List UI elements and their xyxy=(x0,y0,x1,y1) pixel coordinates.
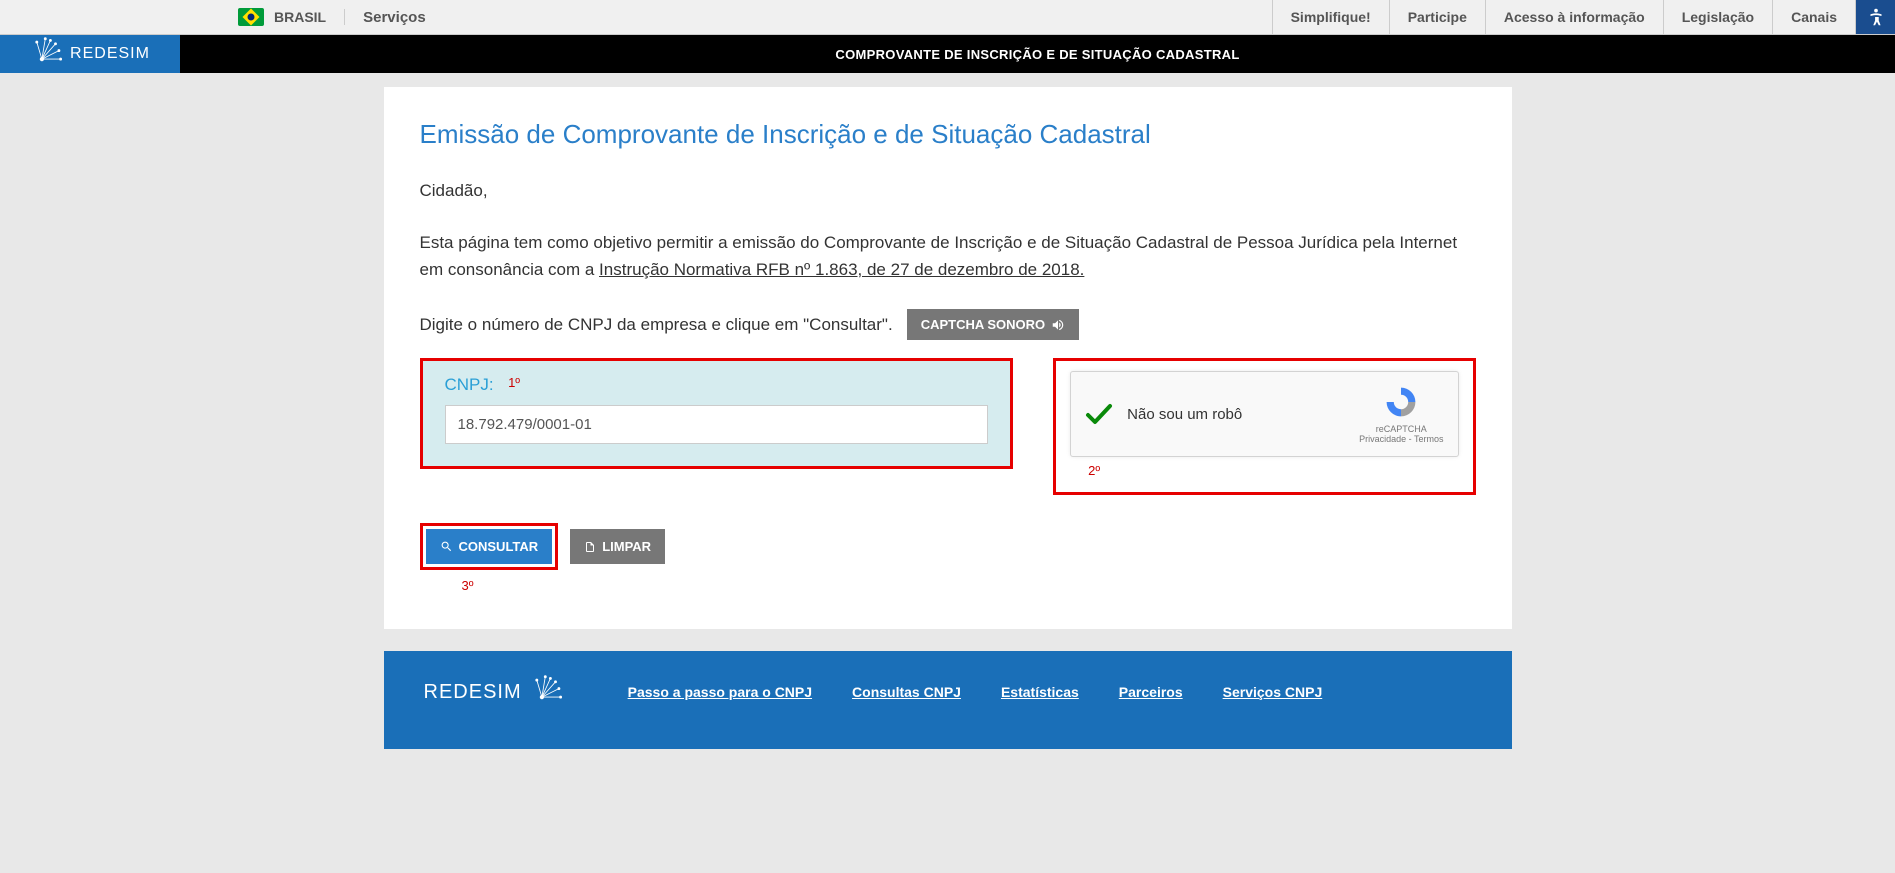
consult-button-highlight: CONSULTAR xyxy=(420,523,559,570)
header-logo[interactable]: REDESIM xyxy=(0,35,180,73)
recaptcha-branding: reCAPTCHA Privacidade - Termos xyxy=(1359,384,1443,444)
recaptcha-logo-icon xyxy=(1383,384,1419,420)
servicos-link[interactable]: Serviços xyxy=(345,0,444,34)
footer: REDESIM Passo a passo para o CNPJ Consul… xyxy=(384,651,1512,749)
instrucao-normativa-link[interactable]: Instrução Normativa RFB nº 1.863, de 27 … xyxy=(599,260,1084,279)
clear-button[interactable]: LIMPAR xyxy=(570,529,665,564)
page-title-bar: COMPROVANTE DE INSCRIÇÃO E DE SITUAÇÃO C… xyxy=(180,35,1895,73)
recaptcha-check-icon xyxy=(1085,403,1113,425)
cnpj-label: CNPJ: xyxy=(445,375,494,395)
step-2-marker: 2º xyxy=(1088,463,1458,478)
gov-link-canais[interactable]: Canais xyxy=(1772,0,1855,34)
gov-link-legislacao[interactable]: Legislação xyxy=(1663,0,1772,34)
greeting-text: Cidadão, xyxy=(420,178,1476,204)
consult-button[interactable]: CONSULTAR xyxy=(426,529,553,564)
footer-link-estatisticas[interactable]: Estatísticas xyxy=(1001,684,1079,700)
recaptcha-section: Não sou um robô reCAPTCHA Privacidade - … xyxy=(1053,358,1475,495)
brasil-label[interactable]: BRASIL xyxy=(274,9,345,25)
gov-top-bar: BRASIL Serviços Simplifique! Participe A… xyxy=(0,0,1895,35)
main-card: Emissão de Comprovante de Inscrição e de… xyxy=(384,87,1512,629)
gov-link-acesso[interactable]: Acesso à informação xyxy=(1485,0,1663,34)
redesim-spark-icon xyxy=(30,37,64,71)
consult-button-label: CONSULTAR xyxy=(459,539,539,554)
step-1-marker: 1º xyxy=(508,375,520,390)
audio-captcha-button[interactable]: CAPTCHA SONORO xyxy=(907,309,1079,340)
brazil-flag-icon xyxy=(238,8,264,26)
clear-button-label: LIMPAR xyxy=(602,539,651,554)
sound-icon xyxy=(1051,318,1065,332)
footer-spark-icon xyxy=(530,675,564,709)
search-icon xyxy=(440,540,453,553)
footer-logo-text: REDESIM xyxy=(424,681,522,704)
header-logo-text: REDESIM xyxy=(70,45,150,63)
recaptcha-terms-link[interactable]: Termos xyxy=(1414,434,1444,444)
gov-link-participe[interactable]: Participe xyxy=(1389,0,1485,34)
footer-logo[interactable]: REDESIM xyxy=(424,675,564,709)
footer-link-consultas[interactable]: Consultas CNPJ xyxy=(852,684,961,700)
page-heading: Emissão de Comprovante de Inscrição e de… xyxy=(420,119,1476,150)
recaptcha-text: Não sou um robô xyxy=(1127,406,1359,423)
cnpj-input[interactable] xyxy=(445,405,989,444)
recaptcha-widget[interactable]: Não sou um robô reCAPTCHA Privacidade - … xyxy=(1070,371,1458,457)
accessibility-button[interactable] xyxy=(1855,0,1895,34)
footer-link-passo[interactable]: Passo a passo para o CNPJ xyxy=(628,684,812,700)
document-icon xyxy=(584,540,596,554)
recaptcha-privacy-link[interactable]: Privacidade xyxy=(1359,434,1406,444)
recaptcha-brand-text: reCAPTCHA xyxy=(1359,424,1443,434)
accessibility-icon xyxy=(1865,6,1887,28)
footer-link-servicos[interactable]: Serviços CNPJ xyxy=(1223,684,1323,700)
step-3-marker: 3º xyxy=(462,578,1476,593)
gov-link-simplifique[interactable]: Simplifique! xyxy=(1272,0,1389,34)
instruction-text: Digite o número de CNPJ da empresa e cli… xyxy=(420,315,893,335)
intro-text: Esta página tem como objetivo permitir a… xyxy=(420,230,1476,283)
header-bar: REDESIM COMPROVANTE DE INSCRIÇÃO E DE SI… xyxy=(0,35,1895,73)
audio-captcha-label: CAPTCHA SONORO xyxy=(921,317,1045,332)
cnpj-input-section: CNPJ: 1º xyxy=(420,358,1014,469)
gov-brasil-section: BRASIL xyxy=(238,0,345,34)
footer-link-parceiros[interactable]: Parceiros xyxy=(1119,684,1183,700)
